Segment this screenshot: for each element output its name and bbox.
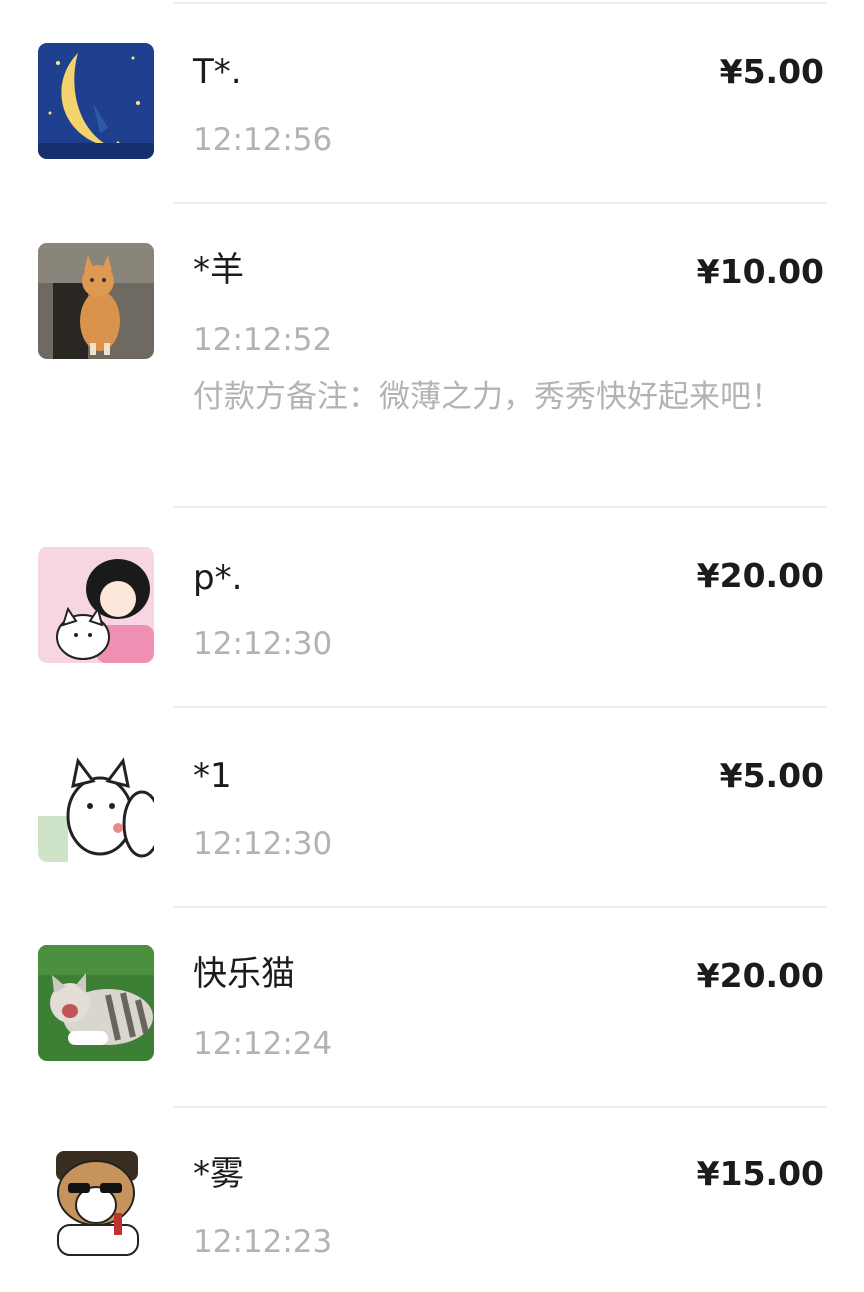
crescent-moon-avatar[interactable]: [38, 43, 154, 159]
payment-amount: ¥20.00: [696, 956, 824, 995]
payment-note: 付款方备注：微薄之力，秀秀快好起来吧！: [193, 379, 782, 415]
payer-name: *1: [193, 756, 232, 796]
girl-with-cat-avatar[interactable]: [38, 547, 154, 663]
payer-name: p*.: [193, 558, 243, 598]
orange-cat-avatar[interactable]: [38, 243, 154, 359]
payment-amount: ¥10.00: [696, 252, 824, 291]
payer-name: T*.: [193, 52, 242, 92]
payment-time: 12:12:24: [193, 1026, 333, 1062]
payment-row[interactable]: *羊 ¥10.00 12:12:52 付款方备注：微薄之力，秀秀快好起来吧！: [0, 202, 864, 507]
yawning-cat-avatar[interactable]: [38, 945, 154, 1061]
payment-amount: ¥15.00: [696, 1154, 824, 1193]
payment-time: 12:12:52: [193, 322, 333, 358]
payment-row[interactable]: T*. ¥5.00 12:12:56: [0, 0, 864, 202]
payment-amount: ¥20.00: [696, 556, 824, 595]
payment-time: 12:12:30: [193, 826, 333, 862]
payment-row[interactable]: p*. ¥20.00 12:12:30: [0, 506, 864, 706]
cool-dog-avatar[interactable]: [38, 1143, 154, 1259]
payer-name: 快乐猫: [193, 954, 295, 994]
payment-row[interactable]: *雾 ¥15.00 12:12:23: [0, 1106, 864, 1292]
payment-time: 12:12:56: [193, 122, 333, 158]
payment-row[interactable]: 快乐猫 ¥20.00 12:12:24: [0, 906, 864, 1106]
white-cats-avatar[interactable]: [38, 746, 154, 862]
payment-time: 12:12:23: [193, 1224, 333, 1260]
payment-row[interactable]: *1 ¥5.00 12:12:30: [0, 706, 864, 906]
payment-amount: ¥5.00: [719, 756, 824, 795]
payer-name: *雾: [193, 1154, 244, 1194]
payment-time: 12:12:30: [193, 626, 333, 662]
payer-name: *羊: [193, 250, 244, 290]
payment-amount: ¥5.00: [719, 52, 824, 91]
